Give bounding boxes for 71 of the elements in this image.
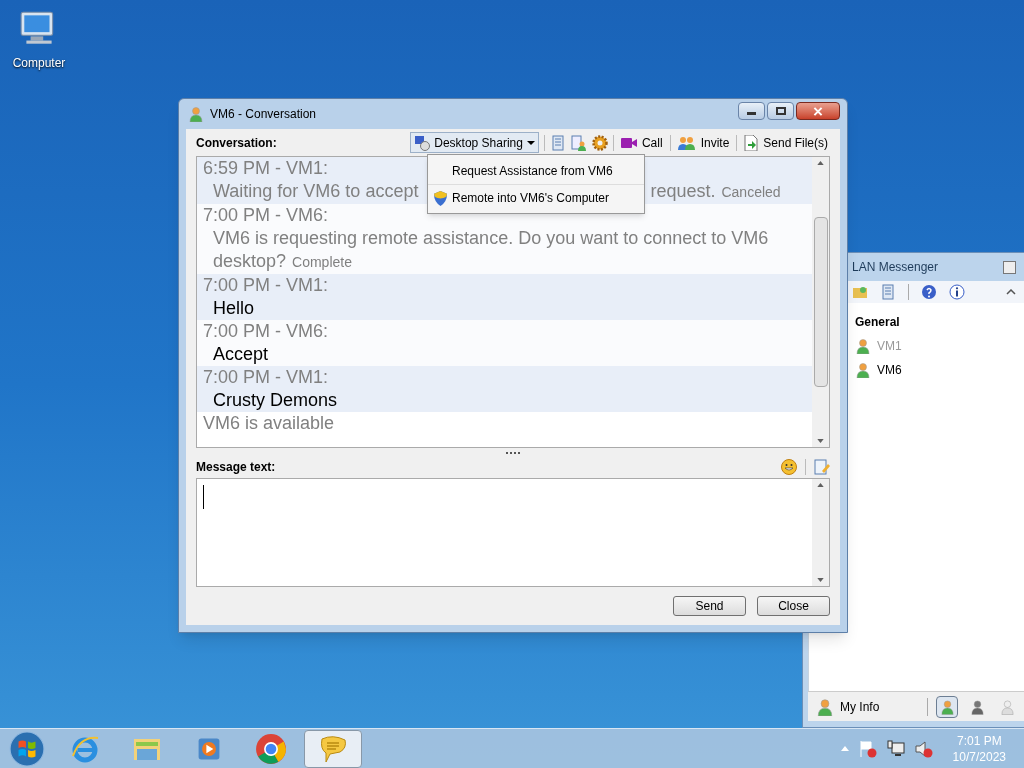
message-text: desktop? [213, 250, 287, 273]
message-header: 6:59 PM - VM1: [203, 157, 329, 180]
contact-item[interactable]: VM6 [855, 361, 1024, 379]
message-status: Complete [292, 253, 352, 272]
scroll-bar[interactable] [812, 157, 829, 447]
shield-icon [433, 190, 447, 206]
my-info-button[interactable]: My Info [816, 697, 880, 716]
maximize-button[interactable] [767, 102, 794, 120]
message-text: Hello [213, 297, 255, 320]
message-text: Crusty Demons [213, 389, 338, 412]
collapse-icon[interactable] [1006, 289, 1016, 295]
scroll-down-icon[interactable] [817, 439, 824, 443]
video-camera-icon [620, 136, 637, 149]
window-title: LAN Messenger [852, 259, 939, 276]
taskbar-app[interactable] [304, 729, 362, 768]
windows-logo-icon [9, 730, 45, 767]
network-icon[interactable] [886, 739, 905, 758]
person-icon [939, 698, 955, 715]
presence-note: VM6 is available [202, 412, 336, 435]
caret-icon [526, 140, 535, 145]
people-icon [677, 134, 696, 151]
toolbar-button[interactable]: Call [618, 132, 665, 153]
smiley-icon[interactable] [781, 459, 797, 475]
window-title: VM6 - Conversation [210, 106, 317, 123]
conversation-label: Conversation: [196, 134, 277, 152]
person-info-icon[interactable] [570, 134, 587, 151]
minimize-button[interactable] [738, 102, 765, 120]
file-icon [744, 134, 759, 151]
toolbar-button[interactable]: Invite [675, 132, 732, 153]
scroll-down-icon[interactable] [817, 578, 824, 582]
message-header: 7:00 PM - VM6: [203, 204, 329, 227]
info-icon[interactable] [949, 284, 965, 300]
message-header: 7:00 PM - VM6: [203, 320, 329, 343]
desktop-icon-label[interactable]: Computer [12, 54, 66, 72]
dialog-button[interactable]: Close [757, 596, 830, 616]
person-icon [855, 362, 871, 378]
message-text: Accept [213, 343, 269, 366]
muted-speaker-icon[interactable] [914, 739, 933, 758]
flag-icon[interactable] [858, 739, 877, 758]
person-icon [999, 698, 1015, 715]
splitter-handle[interactable] [506, 452, 520, 454]
scroll-bar[interactable] [812, 479, 829, 586]
person-icon [855, 338, 871, 354]
status-button[interactable] [936, 695, 958, 718]
menu-item[interactable]: Remote into VM6's Computer [428, 184, 644, 211]
close-button[interactable] [796, 102, 840, 120]
message-status: Canceled [721, 183, 781, 202]
menu-item[interactable]: Request Assistance from VM6 [428, 157, 644, 184]
message-header: 7:00 PM - VM1: [203, 366, 329, 389]
gear-icon[interactable] [591, 134, 608, 151]
scroll-up-icon[interactable] [817, 161, 824, 165]
message-text: VM6 is requesting remote assistance. Do you want to connect to VM6 [213, 227, 769, 250]
message-label: Message text: [196, 459, 276, 476]
group-header[interactable]: General [855, 313, 1024, 331]
dialog-button[interactable]: Send [673, 596, 746, 616]
person-icon [816, 697, 834, 716]
desktop-sharing-button[interactable]: Desktop Sharing [410, 132, 539, 153]
person-icon [969, 698, 985, 715]
folder-icon[interactable] [852, 284, 868, 300]
message-text: request. [650, 180, 716, 203]
person-icon [188, 106, 204, 122]
chrome-icon [255, 732, 287, 765]
scroll-up-icon[interactable] [817, 483, 824, 487]
toolbar-button[interactable]: Send File(s) [742, 132, 830, 153]
message-text: Waiting for VM6 to accept [213, 180, 419, 203]
message-input[interactable] [196, 478, 830, 587]
monitors-icon [414, 134, 431, 151]
speech-bubble-icon [318, 733, 348, 764]
message-header: 7:00 PM - VM1: [203, 274, 329, 297]
help-icon[interactable] [921, 284, 937, 300]
close-icon [813, 106, 823, 116]
